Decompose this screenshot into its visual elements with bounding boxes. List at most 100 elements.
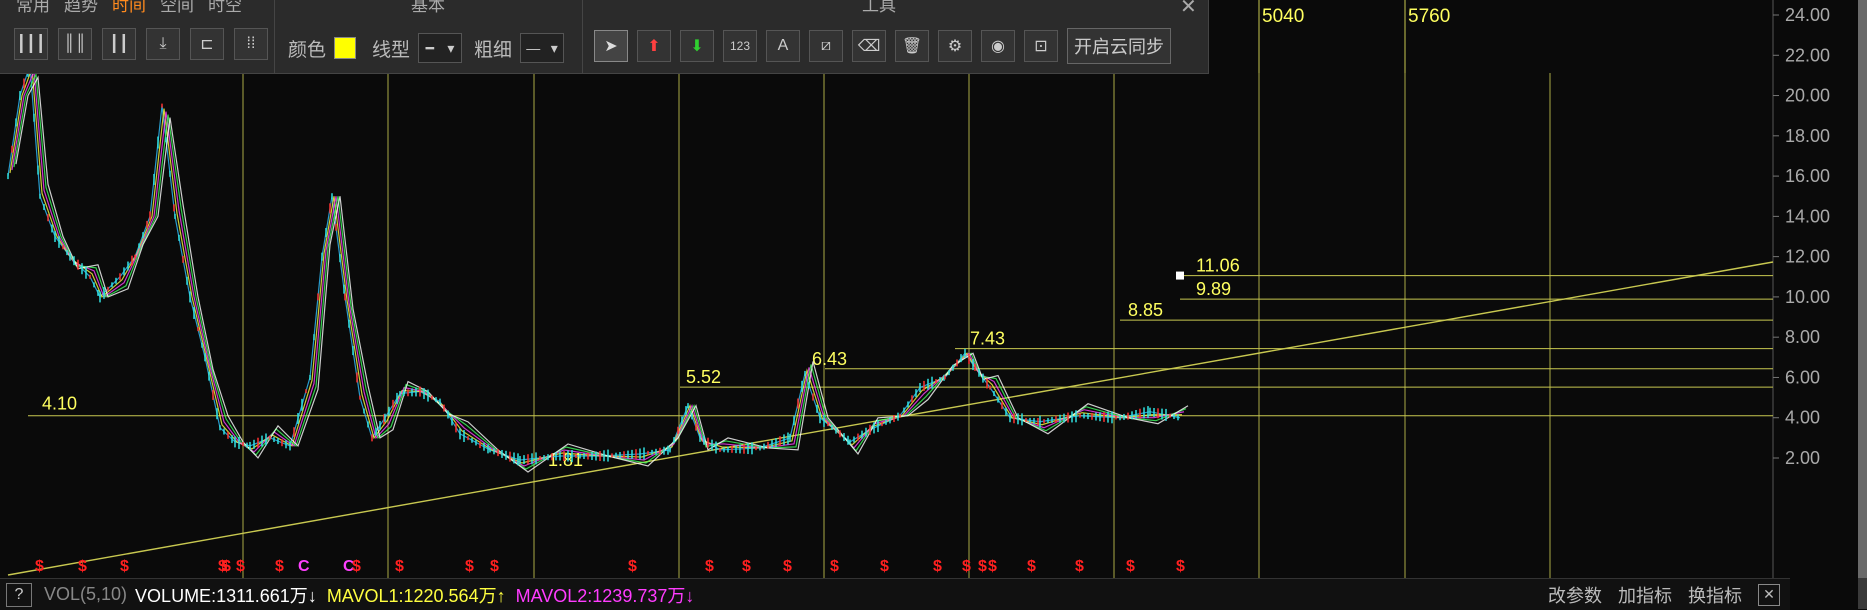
fib-cycle-icon[interactable]: ┃┃: [102, 28, 136, 60]
tab-common[interactable]: 常用: [16, 0, 50, 15]
chevron-down-icon: ▾: [447, 39, 455, 56]
help-button[interactable]: ?: [6, 582, 32, 607]
text-123-icon[interactable]: 123: [723, 30, 757, 62]
y-tick-label: 22.00: [1785, 45, 1830, 65]
signal-marker: $: [1126, 558, 1135, 575]
signal-marker: $: [490, 558, 499, 575]
tab-timespace[interactable]: 时空: [208, 0, 242, 15]
y-tick-label: 12.00: [1785, 247, 1830, 267]
price-annotation: 6.43: [812, 349, 847, 369]
color-label: 颜色: [288, 39, 327, 61]
text-a-icon[interactable]: A: [766, 30, 800, 62]
settings-icon[interactable]: ⚙: [938, 30, 972, 62]
tab-trend[interactable]: 趋势: [64, 0, 98, 15]
eraser-icon[interactable]: ⌫: [852, 30, 886, 62]
time-marker-label: 5760: [1408, 6, 1450, 27]
time-ruler-icon[interactable]: ⊏: [190, 28, 224, 60]
arrow-down-icon[interactable]: ⬇: [680, 30, 714, 62]
level-handle: [1176, 271, 1184, 280]
signal-marker: $: [236, 558, 245, 575]
y-tick-label: 2.00: [1785, 448, 1820, 468]
signal-marker: $: [35, 558, 44, 575]
volume-value: VOLUME:1311.661万↓: [135, 585, 317, 606]
signal-marker: $: [880, 558, 889, 575]
arrow-up-icon: ↑: [496, 585, 506, 606]
close-icon[interactable]: ✕: [1758, 583, 1780, 606]
eye-icon[interactable]: ◉: [981, 30, 1015, 62]
mavol1-value: MAVOL1:1220.564万↑: [326, 585, 506, 606]
drawing-toolbar: 常用 趋势 时间 空间 时空 ┃┃┃ ║║ ┃┃ ⤓ ⊏ ⁞⁞ 基本 颜色 线型 ━ ▾ …: [0, 0, 1209, 74]
kline-chart[interactable]: 24.00 22.00 20.00 18.00 16.00 14.00 12.00 10.00…: [0, 0, 1858, 578]
basic-section: 基本 颜色 线型 ━ ▾ 粗细 — ▾: [274, 0, 583, 73]
thickness-dropdown[interactable]: — ▾: [520, 33, 565, 63]
signal-marker: $: [933, 558, 942, 575]
signal-marker: $: [222, 558, 231, 575]
y-tick-label: 24.00: [1785, 5, 1830, 25]
line-type-dropdown[interactable]: ━ ▾: [418, 33, 463, 63]
y-tick-label: 16.00: [1785, 166, 1830, 186]
chevron-down-icon: ▾: [550, 39, 558, 56]
signal-marker: $: [783, 558, 792, 575]
tools-section: 工具 ➤ ⬆ ⬇ 123 A ⧄ ⌫ 🗑 ⚙ ◉ ⊡ 开启云同步: [582, 0, 1176, 73]
scrollbar-thumb[interactable]: [1858, 0, 1867, 578]
close-icon[interactable]: ✕: [1180, 0, 1197, 19]
signal-marker: $: [628, 558, 637, 575]
switch-indicator-button[interactable]: 换指标: [1688, 582, 1742, 608]
arrow-up-icon[interactable]: ⬆: [637, 30, 671, 62]
signal-marker: $: [988, 558, 997, 575]
signal-marker: $: [742, 558, 751, 575]
signal-marker: $: [352, 558, 361, 575]
y-tick-label: 10.00: [1785, 287, 1830, 307]
y-tick-label: 4.00: [1785, 408, 1820, 428]
y-tick-label: 14.00: [1785, 206, 1830, 226]
signal-marker: $: [275, 558, 284, 575]
signal-marker: $: [78, 558, 87, 575]
signal-marker: $: [465, 558, 474, 575]
y-tick-label: 8.00: [1785, 327, 1820, 347]
cloud-sync-button[interactable]: 开启云同步: [1067, 28, 1171, 64]
y-tick-label: 6.00: [1785, 367, 1820, 387]
price-annotation: 11.06: [1196, 256, 1240, 276]
arrow-down-icon: ↓: [307, 585, 317, 606]
price-annotation: 4.10: [42, 394, 77, 414]
signal-marker: $: [978, 558, 987, 575]
y-tick-label: 18.00: [1785, 126, 1830, 146]
mavol2-value: MAVOL2:1239.737万↓: [515, 585, 695, 606]
cursor-icon[interactable]: ➤: [594, 30, 628, 62]
save-icon[interactable]: ⊡: [1024, 30, 1058, 62]
tool-tabs: 常用 趋势 时间 空间 时空: [16, 0, 274, 15]
indicator-bar: ? VOL(5,10) VOLUME:1311.661万↓ MAVOL1:122…: [0, 578, 1790, 610]
basic-header: 基本: [411, 0, 445, 15]
y-tick-label: 20.00: [1785, 86, 1830, 106]
time-tools-section: 常用 趋势 时间 空间 时空 ┃┃┃ ║║ ┃┃ ⤓ ⊏ ⁞⁞: [6, 0, 275, 73]
price-annotation: 7.43: [970, 329, 1005, 349]
price-annotation: 9.89: [1196, 279, 1231, 299]
signal-marker: $: [120, 558, 129, 575]
line-type-label: 线型: [372, 39, 411, 61]
signal-marker: C: [298, 558, 310, 575]
tab-space[interactable]: 空间: [160, 0, 194, 15]
time-marker-label: 5040: [1262, 6, 1304, 27]
signal-marker: $: [1075, 558, 1084, 575]
signal-marker: $: [395, 558, 404, 575]
signal-marker: $: [1027, 558, 1036, 575]
add-indicator-button[interactable]: 加指标: [1618, 582, 1672, 608]
thickness-label: 粗细: [474, 39, 513, 61]
tab-time[interactable]: 时间: [112, 0, 146, 15]
grid-cycle-icon[interactable]: ⁞⁞: [234, 28, 268, 60]
indicator-actions: 改参数 加指标 换指标 ✕: [1548, 579, 1780, 610]
tools-header: 工具: [862, 0, 896, 15]
color-swatch[interactable]: [334, 37, 357, 59]
vol-indicator-label[interactable]: VOL(5,10): [44, 584, 127, 605]
price-annotation: 5.52: [686, 367, 721, 387]
arrow-down-cycle-icon[interactable]: ⤓: [146, 28, 180, 60]
equal-cycle-icon[interactable]: ║║: [58, 28, 92, 60]
signal-marker: $: [830, 558, 839, 575]
vertical-scrollbar[interactable]: [1858, 0, 1867, 609]
trash-icon[interactable]: 🗑: [895, 30, 929, 62]
edit-params-button[interactable]: 改参数: [1548, 582, 1602, 608]
cycle-lines-icon[interactable]: ┃┃┃: [14, 28, 48, 60]
signal-marker: $: [705, 558, 714, 575]
ruler-icon[interactable]: ⧄: [809, 30, 843, 62]
signal-marker: $: [962, 558, 971, 575]
